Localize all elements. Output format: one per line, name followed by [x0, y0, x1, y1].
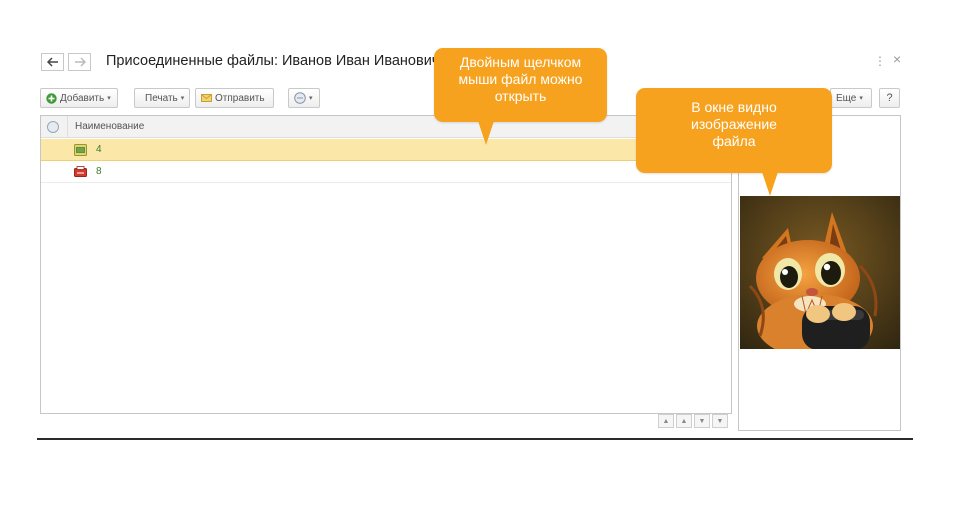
image-file-icon	[74, 144, 87, 156]
close-button[interactable]: ×	[893, 52, 901, 66]
callout-line: В окне видно	[691, 99, 777, 115]
add-icon	[46, 92, 57, 104]
scroll-top-button[interactable]: ▲	[658, 414, 674, 428]
chevron-down-icon: ▾	[859, 95, 863, 102]
column-header-name[interactable]: Наименование	[75, 121, 144, 132]
callout-preview: В окне видно изображение файла	[636, 88, 832, 173]
more-actions-icon[interactable]: ⋮	[874, 55, 886, 67]
add-button-label: Добавить	[60, 92, 105, 104]
callout-pointer	[762, 172, 778, 196]
send-button[interactable]: Отправить	[195, 88, 274, 108]
help-icon: ?	[886, 92, 893, 104]
chevron-down-icon: ▾	[107, 95, 111, 102]
list-header: Наименование	[41, 116, 731, 138]
callout-pointer	[478, 121, 494, 145]
scroll-up-button[interactable]: ▲	[676, 414, 692, 428]
list-scroll-controls: ▲ ▲ ▼ ▼	[658, 414, 728, 428]
print-button[interactable]: Печать ▾	[134, 88, 190, 108]
more-button[interactable]: Еще ▾	[830, 88, 872, 108]
chevron-down-icon: ▾	[180, 95, 185, 102]
file-name: 8	[96, 166, 102, 177]
file-name: 4	[96, 144, 102, 155]
forward-button[interactable]	[68, 53, 91, 71]
window-title: Присоединенные файлы: Иванов Иван Иванов…	[106, 53, 440, 69]
pdf-file-icon	[74, 166, 87, 177]
callout-line: мыши файл можно	[458, 71, 583, 87]
file-list: Наименование 4 8	[40, 115, 732, 414]
scroll-bottom-button[interactable]: ▼	[712, 414, 728, 428]
preview-image	[740, 196, 900, 349]
callout-double-click: Двойным щелчком мыши файл можно открыть	[434, 48, 607, 122]
callout-line: изображение	[691, 116, 777, 132]
more-button-label: Еще	[836, 92, 857, 104]
divider-line	[37, 438, 913, 440]
send-button-label: Отправить	[215, 92, 265, 104]
envelope-icon	[201, 94, 212, 102]
back-button[interactable]	[41, 53, 64, 71]
callout-line: файла	[712, 133, 756, 149]
callout-line: открыть	[494, 88, 547, 104]
print-button-label: Печать	[145, 92, 178, 104]
table-row[interactable]: 4	[41, 139, 731, 161]
table-row[interactable]: 8	[41, 161, 731, 183]
scroll-down-button[interactable]: ▼	[694, 414, 710, 428]
chevron-down-icon: ▾	[309, 95, 313, 102]
column-divider	[67, 116, 68, 138]
callout-line: Двойным щелчком	[459, 54, 582, 70]
options-button[interactable]: ▾	[288, 88, 320, 108]
arrow-right-icon	[74, 57, 86, 67]
arrow-left-icon	[46, 57, 58, 67]
add-button[interactable]: Добавить ▾	[40, 88, 118, 108]
gear-icon	[294, 92, 306, 104]
status-column-icon[interactable]	[47, 121, 59, 133]
help-button[interactable]: ?	[879, 88, 900, 108]
